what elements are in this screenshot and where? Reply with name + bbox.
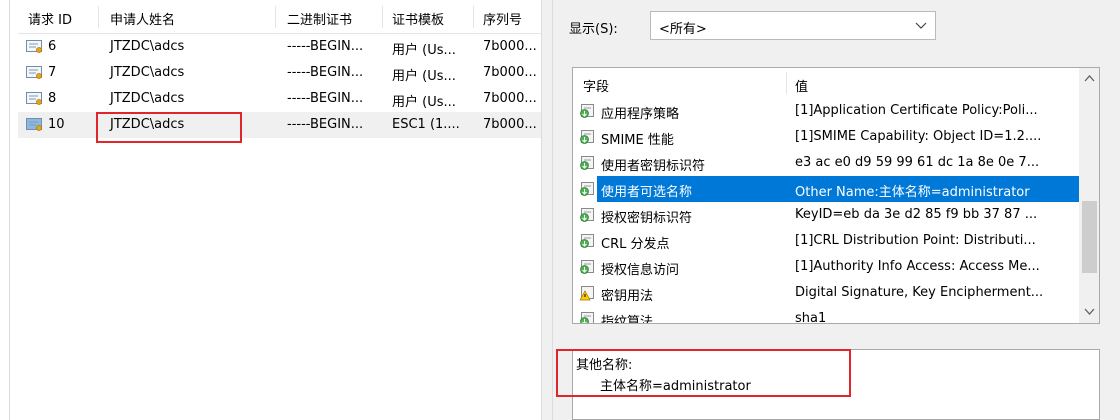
field-value: [1]SMIME Capability: Object ID=1.2.... [795,129,1042,144]
extension-icon [580,234,594,248]
requester-name-cell: JTZDC\adcs [110,91,185,106]
extension-icon [580,104,594,118]
request-row[interactable]: 6 JTZDC\adcs -----BEGIN... 用户 (Us... 7b000..… [18,34,541,60]
column-header-value[interactable]: 值 [795,76,808,95]
column-header-serial-number[interactable]: 序列号 [483,9,522,28]
scrollbar-thumb[interactable] [1082,201,1097,273]
field-name: CRL 分发点 [601,237,670,252]
column-header-certificate-template[interactable]: 证书模板 [392,9,444,28]
binary-certificate-cell: -----BEGIN... [287,65,364,80]
pane-border [9,0,10,420]
chevron-down-icon [915,22,927,29]
field-name: 密钥用法 [601,289,654,304]
certificate-template-cell: ESC1 (1.... [392,117,460,132]
request-list-header: 请求 ID 申请人姓名 二进制证书 证书模板 序列号 [18,0,541,34]
certificate-template-cell: 用户 (Us... [392,95,456,110]
certificate-template-cell: 用户 (Us... [392,43,456,58]
certificate-field-list: 字段 值 应用程序策略 [1]Application Certificate Po… [572,67,1100,324]
field-name: 使用者密钥标识符 [601,159,706,174]
extension-icon [580,182,594,196]
scroll-down-arrow-icon[interactable] [1084,308,1095,316]
requester-name-cell: JTZDC\adcs [110,39,185,54]
requester-name-cell: JTZDC\adcs [110,117,185,132]
extension-icon [580,156,594,170]
column-header-binary-certificate[interactable]: 二进制证书 [287,9,352,28]
field-row[interactable]: 指纹算法 sha1 [573,306,1079,324]
request-id-cell: 7 [48,65,57,80]
field-value: sha1 [795,311,827,324]
request-id-cell: 10 [48,117,65,132]
certificate-icon [26,40,42,53]
field-value: KeyID=eb da 3e d2 85 f9 bb 37 87 ... [795,207,1038,222]
extension-icon [580,312,594,323]
field-row[interactable]: 使用者密钥标识符 e3 ac e0 d9 59 99 61 dc 1a 8e 0e… [573,150,1079,176]
binary-certificate-cell: -----BEGIN... [287,39,364,54]
pane-splitter[interactable] [541,0,553,420]
field-name: 应用程序策略 [601,107,680,122]
show-dropdown-value: <所有> [659,22,707,37]
show-dropdown[interactable]: <所有> [650,11,936,40]
request-row[interactable]: 10 JTZDC\adcs -----BEGIN... ESC1 (1.... 7b00… [18,112,541,138]
certificate-icon [26,66,42,79]
binary-certificate-cell: -----BEGIN... [287,91,364,106]
extension-icon [580,208,594,222]
field-row[interactable]: 密钥用法 Digital Signature, Key Encipherment.… [573,280,1079,306]
warning-extension-icon [579,286,594,301]
request-row[interactable]: 8 JTZDC\adcs -----BEGIN... 用户 (Us... 7b000..… [18,86,541,112]
request-list-pane: 请求 ID 申请人姓名 二进制证书 证书模板 序列号 6 JTZDC\adcs --… [0,0,541,420]
field-row[interactable]: 应用程序策略 [1]Application Certificate Policy:… [573,98,1079,124]
field-name: 指纹算法 [601,315,654,324]
field-name: 授权密钥标识符 [601,211,693,226]
serial-number-cell: 7b000... [483,65,537,80]
column-header-request-id[interactable]: 请求 ID [28,9,72,28]
scroll-up-arrow-icon[interactable] [1084,74,1095,82]
field-value: e3 ac e0 d9 59 99 61 dc 1a 8e 0e 7... [795,155,1040,170]
request-row[interactable]: 7 JTZDC\adcs -----BEGIN... 用户 (Us... 7b000..… [18,60,541,86]
serial-number-cell: 7b000... [483,39,537,54]
certificate-icon [26,92,42,105]
binary-certificate-cell: -----BEGIN... [287,117,364,132]
field-value: [1]CRL Distribution Point: Distributi... [795,233,1036,248]
field-value: Other Name:主体名称=administrator [795,185,1030,200]
field-detail-textbox[interactable]: 其他名称: 主体名称=administrator [572,349,1100,420]
field-name: SMIME 性能 [601,133,674,148]
column-header-requester-name[interactable]: 申请人姓名 [110,9,175,28]
extension-icon [580,130,594,144]
field-name: 授权信息访问 [601,263,680,278]
certificate-icon [26,118,42,131]
field-value: Digital Signature, Key Encipherment... [795,285,1044,300]
request-id-cell: 6 [48,39,57,54]
detail-line-2: 主体名称=administrator [600,379,751,394]
field-list-scrollbar[interactable] [1079,68,1099,323]
field-row[interactable]: 授权信息访问 [1]Authority Info Access: Access M… [573,254,1079,280]
field-row[interactable]: 授权密钥标识符 KeyID=eb da 3e d2 85 f9 bb 37 87 … [573,202,1079,228]
field-value: [1]Application Certificate Policy:Poli..… [795,103,1038,118]
field-row[interactable]: 使用者可选名称 Other Name:主体名称=administrator [573,176,1079,202]
field-row[interactable]: SMIME 性能 [1]SMIME Capability: Object ID=1… [573,124,1079,150]
field-list-header: 字段 值 [573,68,1079,98]
certificate-template-cell: 用户 (Us... [392,69,456,84]
field-name: 使用者可选名称 [601,185,693,200]
certificate-details-pane: 显示(S): <所有> 字段 值 应用程序策略 [1]Application Ce… [553,0,1120,420]
detail-line-1: 其他名称: [576,358,633,373]
field-value: [1]Authority Info Access: Access Me... [795,259,1040,274]
show-label: 显示(S): [569,22,618,37]
serial-number-cell: 7b000... [483,117,537,132]
extension-icon [580,260,594,274]
field-row[interactable]: CRL 分发点 [1]CRL Distribution Point: Distri… [573,228,1079,254]
serial-number-cell: 7b000... [483,91,537,106]
requester-name-cell: JTZDC\adcs [110,65,185,80]
request-id-cell: 8 [48,91,57,106]
column-header-field[interactable]: 字段 [583,76,609,95]
